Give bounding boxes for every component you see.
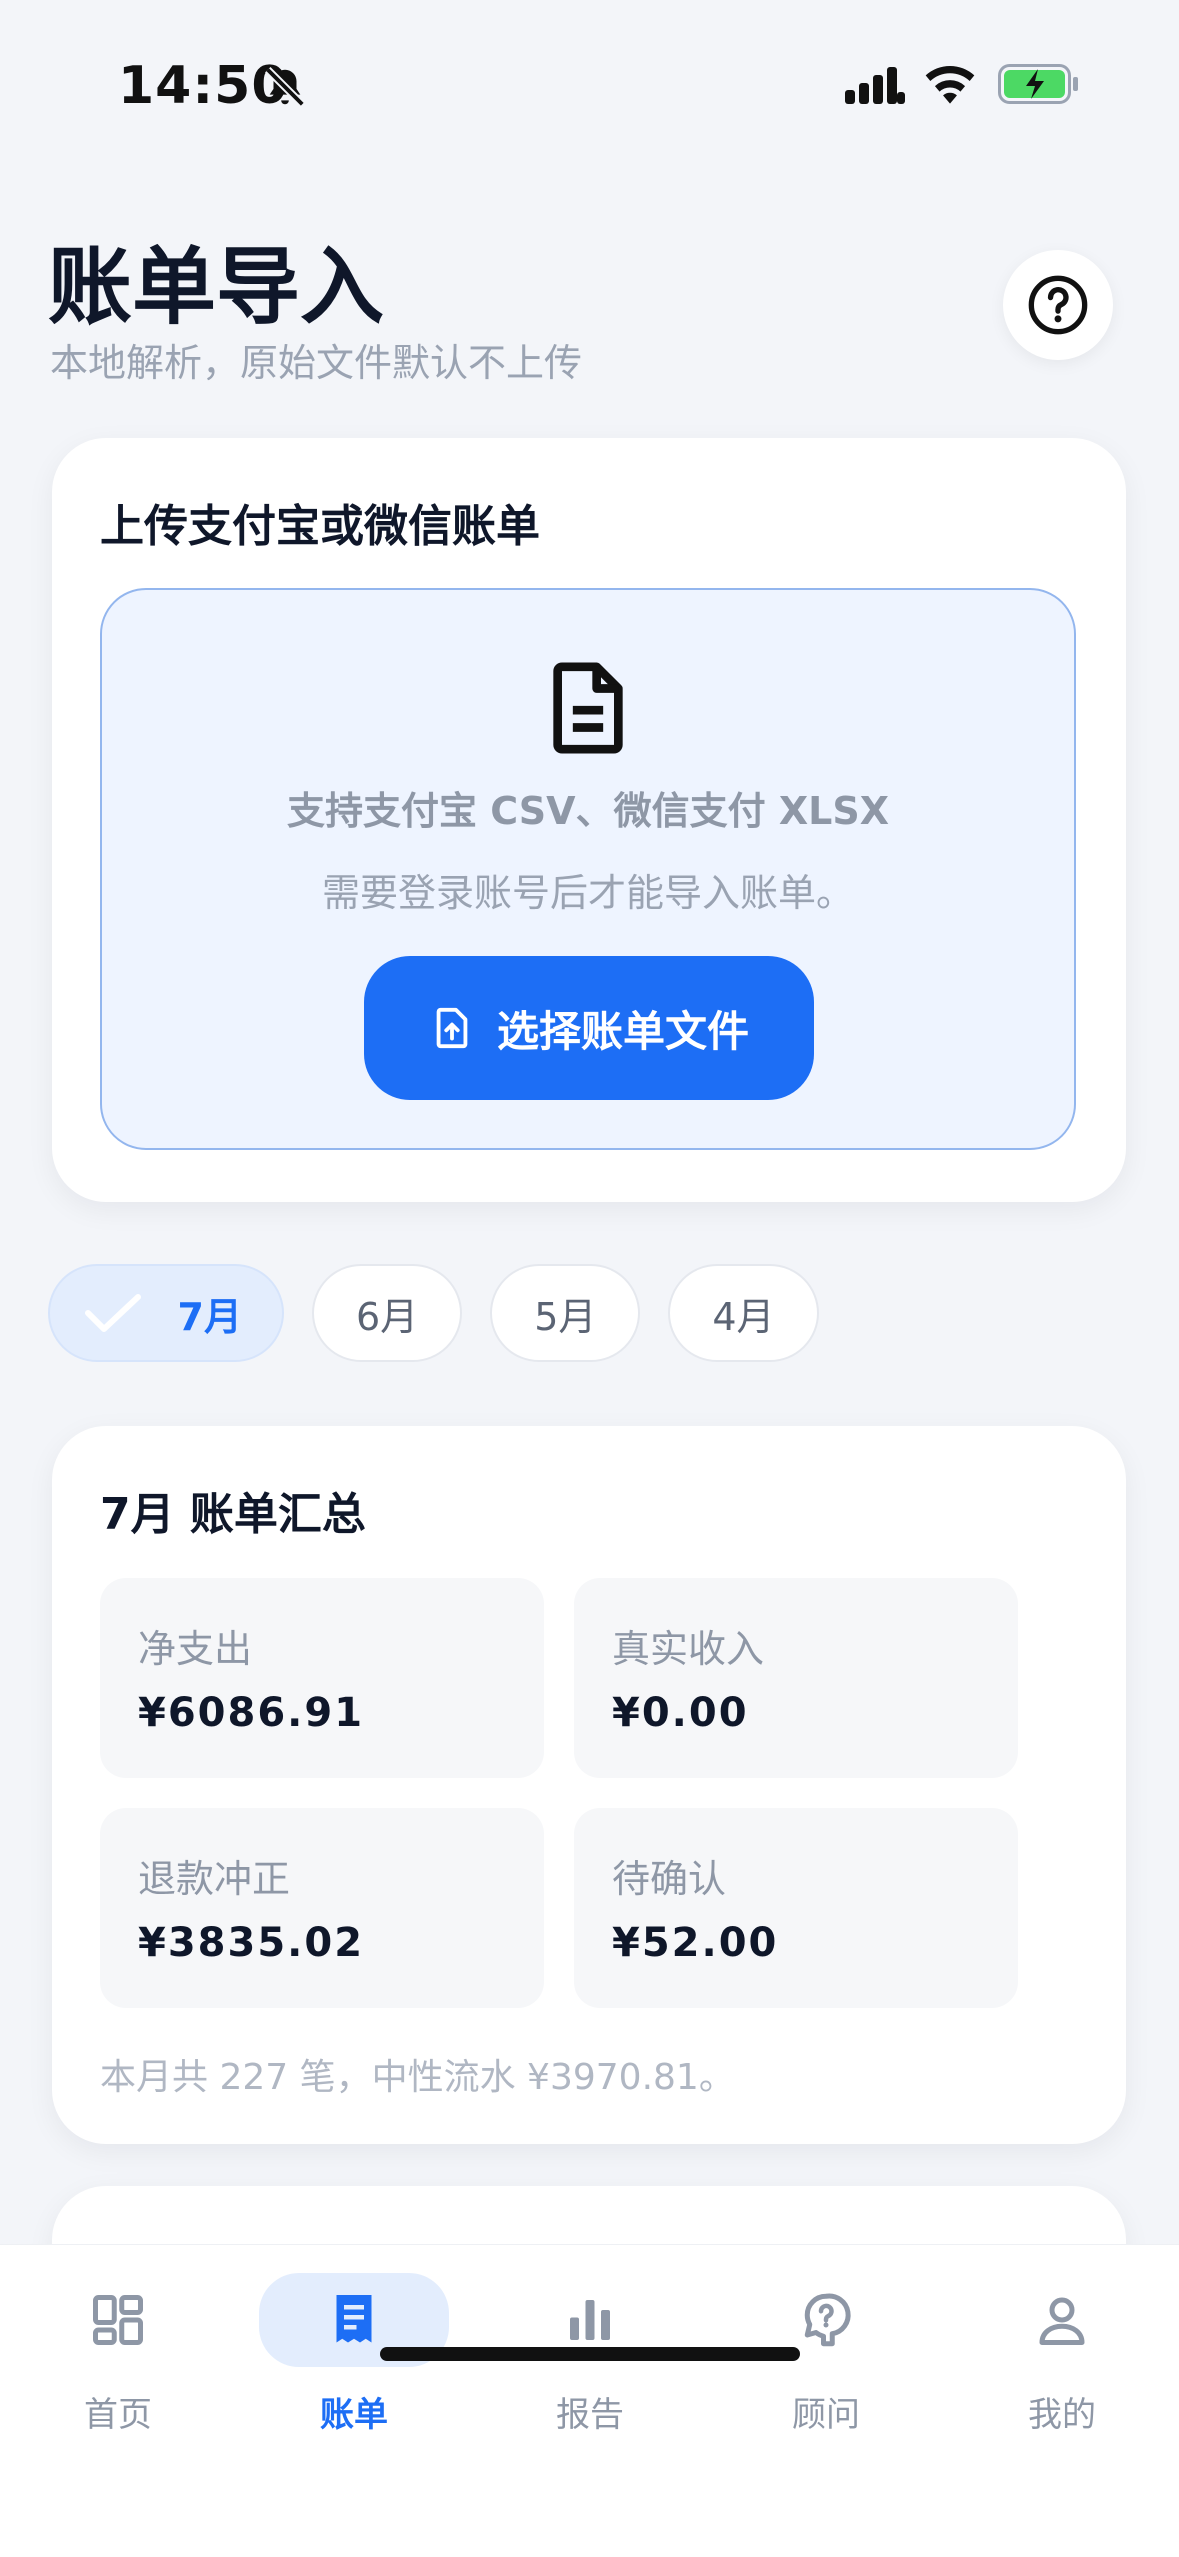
month-tab-label: 4月 [712, 1294, 775, 1339]
tab-label: 顾问 [792, 2395, 860, 2435]
stat-net-expense: 净支出 ¥6086.91 [100, 1578, 544, 1778]
help-icon [1028, 275, 1088, 335]
stat-label: 退款冲正 [138, 1857, 291, 1901]
stat-value: ¥6086.91 [138, 1690, 365, 1736]
tab-label: 账单 [320, 2395, 388, 2435]
stat-value: ¥52.00 [612, 1920, 779, 1966]
month-tab-label: 6月 [356, 1294, 419, 1339]
tab-label: 报告 [556, 2395, 624, 2435]
summary-card-title: 7月 账单汇总 [100, 1489, 366, 1540]
month-tab-label: 5月 [534, 1294, 597, 1339]
stat-label: 净支出 [138, 1627, 253, 1671]
bell-muted-icon [265, 67, 305, 107]
upload-card: 上传支付宝或微信账单 支持支付宝 CSV、微信支付 XLSX 需要登录账号后才能… [52, 438, 1126, 1202]
help-button[interactable] [1003, 250, 1113, 360]
wifi-icon [925, 65, 975, 104]
choose-file-button-label: 选择账单文件 [496, 1006, 749, 1056]
month-tab-june[interactable]: 6月 [312, 1264, 463, 1362]
summary-note: 本月共 227 笔，中性流水 ¥3970.81。 [100, 2057, 735, 2098]
tab-label: 我的 [1028, 2395, 1096, 2435]
stat-real-income: 真实收入 ¥0.00 [574, 1578, 1018, 1778]
login-hint-text: 需要登录账号后才能导入账单。 [321, 871, 854, 915]
upload-card-title: 上传支付宝或微信账单 [100, 501, 540, 552]
month-tab-april[interactable]: 4月 [668, 1264, 819, 1362]
file-drop-zone[interactable]: 支持支付宝 CSV、微信支付 XLSX 需要登录账号后才能导入账单。 选择账单文… [100, 588, 1076, 1150]
month-tab-label: 7月 [177, 1294, 242, 1339]
summary-card: 7月 账单汇总 净支出 ¥6086.91 真实收入 ¥0.00 退款冲正 ¥38… [52, 1426, 1126, 2144]
tab-home[interactable]: 首页 [0, 2245, 236, 2475]
receipt-icon [336, 2295, 372, 2343]
home-indicator [380, 2347, 800, 2361]
bottom-tab-bar: 首页 账单 报告 顾问 我的 [0, 2244, 1179, 2557]
status-bar: 14:50 [0, 0, 1179, 170]
advisor-icon [804, 2293, 851, 2347]
month-selector: 7月 6月 5月 4月 [48, 1264, 819, 1366]
stat-value: ¥0.00 [612, 1690, 749, 1736]
dashboard-icon [93, 2295, 143, 2345]
stat-pending: 待确认 ¥52.00 [574, 1808, 1018, 2008]
stat-label: 待确认 [612, 1857, 727, 1901]
checkmark-icon [85, 1294, 141, 1332]
page-subtitle: 本地解析，原始文件默认不上传 [50, 341, 583, 385]
battery-charging-icon [998, 64, 1078, 104]
file-upload-icon [436, 1007, 468, 1049]
page-title: 账单导入 [48, 238, 385, 336]
month-tab-july[interactable]: 7月 [48, 1264, 284, 1362]
document-icon [553, 662, 623, 754]
cellular-signal-icon [845, 67, 905, 104]
stat-label: 真实收入 [612, 1627, 765, 1671]
stat-refund-reversal: 退款冲正 ¥3835.02 [100, 1808, 544, 2008]
tab-label: 首页 [84, 2395, 152, 2435]
profile-icon [1039, 2297, 1085, 2345]
supported-formats-text: 支持支付宝 CSV、微信支付 XLSX [286, 789, 889, 833]
bar-chart-icon [570, 2300, 610, 2340]
month-tab-may[interactable]: 5月 [490, 1264, 641, 1362]
choose-file-button[interactable]: 选择账单文件 [364, 956, 814, 1100]
stat-value: ¥3835.02 [138, 1920, 365, 1966]
tab-profile[interactable]: 我的 [944, 2245, 1179, 2475]
